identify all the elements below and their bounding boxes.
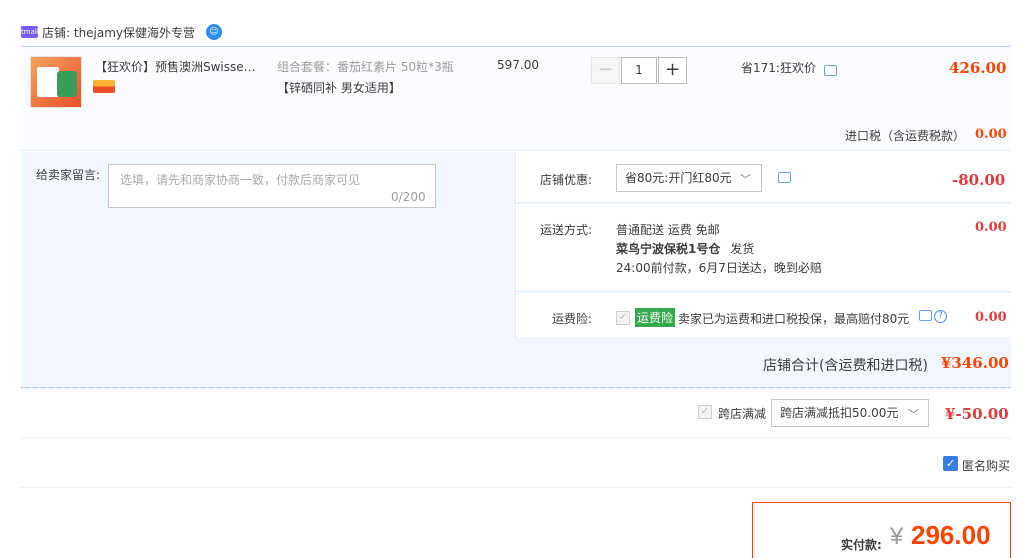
chevron-down-icon: ﹀ bbox=[740, 173, 751, 186]
insurance-value: 0.00 bbox=[975, 310, 1007, 325]
comment-icon[interactable] bbox=[919, 310, 932, 321]
help-icon[interactable]: ? bbox=[934, 310, 947, 323]
warehouse-suffix: 发货 bbox=[730, 242, 755, 256]
tmall-shop-icon: tmall bbox=[21, 26, 39, 38]
sku-combo: 组合套餐：番茄红素片 50粒*3瓶 bbox=[277, 60, 454, 74]
credit-card-icon bbox=[93, 80, 115, 93]
quantity-stepper: − 1 + bbox=[591, 57, 687, 84]
quantity-minus-button[interactable]: − bbox=[591, 57, 620, 84]
import-tax-label: 进口税（含运费税款） bbox=[845, 129, 966, 143]
shop-total-value: ¥346.00 bbox=[941, 354, 1009, 372]
divider bbox=[21, 487, 1011, 488]
wangwang-chat-icon[interactable]: ☺ bbox=[206, 24, 222, 40]
delivery-promise: 24:00前付款，6月7日送达，晚到必赔 bbox=[616, 261, 822, 275]
shipping-warehouse: 菜鸟宁波保税1号仓 发货 bbox=[616, 240, 754, 257]
anonymous-checkbox[interactable]: ✓ bbox=[943, 456, 958, 471]
cross-shop-label: 跨店满减 bbox=[718, 407, 767, 421]
item-total-price: 426.00 bbox=[949, 59, 1007, 77]
currency-symbol: ¥ bbox=[890, 523, 904, 550]
shop-name[interactable]: 店铺: thejamy保健海外专营 bbox=[42, 24, 195, 41]
cross-shop-value: ¥-50.00 bbox=[945, 405, 1009, 423]
shop-total-label: 店铺合计(含运费和进口税) bbox=[763, 358, 928, 374]
product-title[interactable]: 【狂欢价】预售澳洲Swisse斯… bbox=[95, 58, 265, 75]
divider bbox=[21, 438, 1011, 439]
quantity-input[interactable]: 1 bbox=[621, 57, 657, 84]
insurance-label: 运费险: bbox=[552, 312, 593, 326]
insurance-icons: ? bbox=[919, 310, 947, 323]
chevron-down-icon: ﹀ bbox=[908, 408, 919, 421]
import-tax-value: 0.00 bbox=[975, 127, 1007, 142]
anonymous-label[interactable]: 匿名购买 bbox=[962, 457, 1010, 474]
promo-label: 店铺优惠: bbox=[540, 173, 593, 187]
cross-shop-checkbox[interactable]: ✓ bbox=[698, 405, 712, 419]
shipping-row bbox=[516, 204, 1011, 292]
shipping-value: 0.00 bbox=[975, 220, 1007, 235]
insurance-text: 卖家已为运费和进口税投保，最高赔付80元 bbox=[678, 312, 910, 326]
quantity-plus-button[interactable]: + bbox=[658, 57, 687, 84]
promo-value: -80.00 bbox=[952, 171, 1006, 189]
product-thumbnail[interactable] bbox=[30, 56, 82, 108]
insurance-checkbox[interactable]: ✓ bbox=[616, 311, 630, 325]
warehouse-name: 菜鸟宁波保税1号仓 bbox=[616, 242, 721, 256]
comment-icon[interactable] bbox=[778, 172, 791, 183]
shipping-method: 普通配送 运费 免邮 bbox=[616, 223, 720, 237]
final-payment-value: 296.00 bbox=[911, 520, 991, 550]
divider bbox=[515, 152, 516, 337]
final-payment-label: 实付款: bbox=[841, 538, 882, 552]
message-placeholder: 选填，请先和商家协商一致，付款后商家可见 bbox=[120, 173, 361, 187]
shipping-label: 运送方式: bbox=[540, 223, 593, 237]
comment-icon[interactable] bbox=[824, 65, 837, 76]
saving-text: 省171:狂欢价 bbox=[741, 61, 816, 75]
sku-note: 【锌硒同补 男女适用】 bbox=[277, 81, 401, 95]
message-label: 给卖家留言: bbox=[36, 168, 101, 182]
message-char-count: 0/200 bbox=[391, 190, 426, 204]
unit-price: 597.00 bbox=[497, 58, 539, 72]
cross-shop-select[interactable]: 跨店满减抵扣50.00元 bbox=[771, 399, 929, 427]
insurance-badge: 运费险 bbox=[635, 308, 676, 327]
